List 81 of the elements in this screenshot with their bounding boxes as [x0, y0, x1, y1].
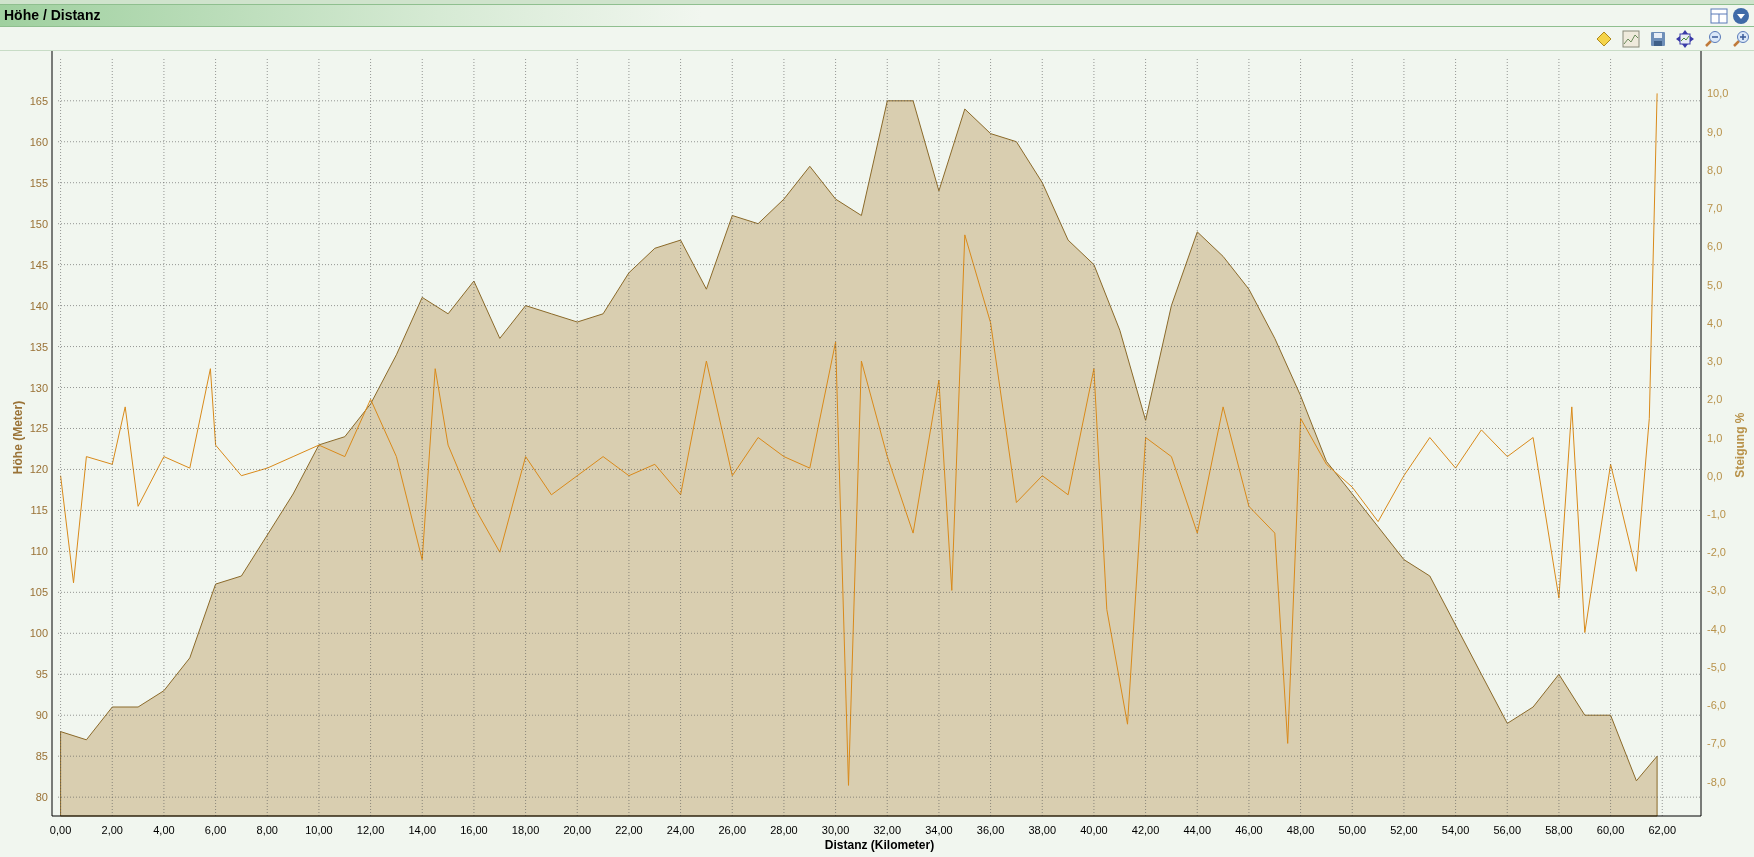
- layout-icon[interactable]: [1710, 7, 1728, 24]
- y-tick-label: 120: [29, 463, 48, 476]
- x-tick-label: 58,00: [1545, 824, 1573, 836]
- x-tick-label: 16,00: [460, 824, 488, 836]
- y-tick-label: -7,0: [1707, 737, 1726, 750]
- y-tick-label: 95: [35, 668, 48, 681]
- x-tick-label: 14,00: [408, 824, 436, 836]
- chart-icon[interactable]: [1622, 29, 1640, 48]
- x-tick-label: 24,00: [666, 824, 695, 836]
- x-tick-label: 6,00: [204, 824, 227, 836]
- y-tick-label: 145: [29, 258, 48, 271]
- y-tick-label: 130: [29, 381, 48, 394]
- y-tick-label: 135: [29, 340, 48, 353]
- x-tick-label: 4,00: [153, 824, 175, 836]
- x-tick-label: 38,00: [1028, 824, 1056, 836]
- y-axis-title: Höhe (Meter): [11, 400, 25, 475]
- x-tick-label: 0,00: [49, 824, 72, 836]
- y-tick-label: 90: [35, 709, 48, 722]
- y-tick-label: 3,0: [1707, 355, 1723, 368]
- y-tick-label: -8,0: [1707, 775, 1726, 788]
- x-tick-label: 48,00: [1286, 824, 1315, 836]
- y-tick-label: 7,0: [1707, 202, 1723, 215]
- y-tick-label: 125: [29, 422, 48, 435]
- y-tick-label: 8,0: [1707, 163, 1723, 176]
- x-tick-label: 44,00: [1183, 824, 1211, 836]
- y-tick-label: -3,0: [1707, 584, 1726, 597]
- x-tick-label: 28,00: [770, 824, 798, 836]
- x-axis-title: Distanz (Kilometer): [824, 838, 935, 852]
- y-tick-label: 110: [30, 545, 48, 558]
- x-tick-label: 2,00: [101, 824, 123, 836]
- y-tick-label: -2,0: [1707, 546, 1726, 559]
- x-tick-label: 56,00: [1493, 824, 1521, 836]
- y-tick-label: 155: [29, 176, 48, 189]
- x-tick-label: 50,00: [1338, 824, 1366, 836]
- dropdown-icon[interactable]: [1732, 6, 1750, 25]
- x-tick-label: 12,00: [356, 824, 385, 836]
- x-tick-label: 32,00: [873, 824, 901, 836]
- y-tick-label: 105: [29, 586, 48, 599]
- y-tick-label: 160: [29, 135, 48, 148]
- y-tick-label: 150: [29, 217, 48, 230]
- y-tick-label: 4,0: [1707, 316, 1723, 329]
- save-icon[interactable]: [1650, 30, 1666, 47]
- x-tick-label: 54,00: [1441, 824, 1470, 836]
- diamond-icon[interactable]: [1596, 30, 1612, 47]
- y-tick-label: -4,0: [1707, 622, 1726, 635]
- panel-title: Höhe / Distanz: [4, 6, 101, 25]
- x-tick-label: 62,00: [1648, 824, 1676, 836]
- x-tick-label: 46,00: [1235, 824, 1263, 836]
- y-tick-label: 6,0: [1707, 240, 1723, 253]
- x-tick-label: 26,00: [718, 824, 746, 836]
- y-tick-label: 10,0: [1707, 87, 1729, 100]
- x-tick-label: 40,00: [1080, 824, 1108, 836]
- y-tick-label: 100: [29, 627, 48, 640]
- y-tick-label: -6,0: [1707, 699, 1726, 712]
- x-tick-label: 60,00: [1596, 824, 1625, 836]
- zoom-out-icon[interactable]: [1704, 29, 1722, 48]
- y-tick-label: 5,0: [1707, 278, 1723, 291]
- y-tick-label: 165: [29, 94, 48, 107]
- y-tick-label: -5,0: [1707, 660, 1726, 673]
- y-tick-label: 80: [35, 791, 48, 804]
- y-tick-label: 140: [29, 299, 48, 312]
- y-tick-label: 0,0: [1707, 469, 1723, 482]
- x-tick-label: 52,00: [1390, 824, 1418, 836]
- y-tick-label: 9,0: [1707, 125, 1723, 138]
- x-tick-label: 18,00: [511, 824, 540, 836]
- y-tick-label: 1,0: [1707, 431, 1723, 444]
- x-tick-label: 22,00: [615, 824, 643, 836]
- x-tick-label: 36,00: [976, 824, 1005, 836]
- x-tick-label: 8,00: [256, 824, 278, 836]
- y-tick-label: 2,0: [1707, 393, 1723, 406]
- y-tick-label: -1,0: [1707, 507, 1726, 520]
- y-tick-label: 85: [35, 750, 48, 763]
- y-tick-label: 115: [30, 504, 48, 517]
- x-tick-label: 10,00: [305, 824, 333, 836]
- zoom-in-icon[interactable]: [1732, 29, 1750, 48]
- x-tick-label: 34,00: [925, 824, 953, 836]
- x-tick-label: 30,00: [821, 824, 850, 836]
- x-tick-label: 42,00: [1131, 824, 1160, 836]
- x-tick-label: 20,00: [563, 824, 591, 836]
- y-axis-title: Steigung %: [1733, 412, 1747, 478]
- move-icon[interactable]: [1676, 29, 1694, 48]
